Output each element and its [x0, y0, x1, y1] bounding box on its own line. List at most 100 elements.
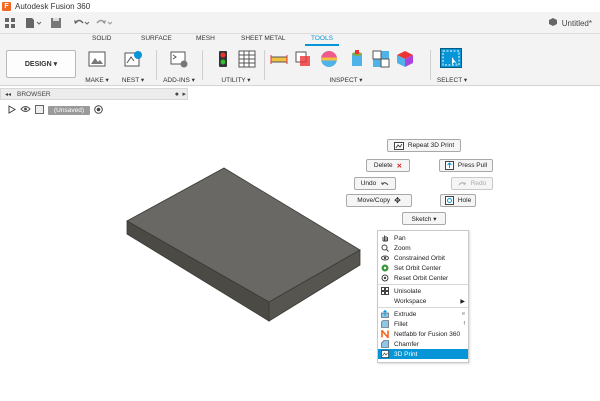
undo-icon[interactable] [72, 15, 90, 30]
undo-arrow-icon [381, 181, 389, 185]
menu-item-zoom[interactable]: Zoom [378, 243, 468, 253]
document-tab[interactable]: Untitled* [548, 15, 592, 31]
press-pull-button[interactable]: Press Pull [439, 159, 493, 172]
title-bar: F Autodesk Fusion 360 [0, 0, 600, 12]
fusion-logo-icon: F [2, 1, 11, 11]
tab-tools[interactable]: TOOLS [311, 35, 333, 42]
ribbon-divider [430, 50, 431, 80]
tab-mesh[interactable]: MESH [196, 35, 215, 42]
print3d-icon [393, 141, 404, 150]
section-analysis-icon [348, 50, 366, 68]
browser-pin-icon[interactable]: ● [175, 91, 179, 98]
quick-access-toolbar: Untitled* [0, 12, 600, 34]
browser-label: BROWSER [17, 90, 51, 98]
ribbon-divider [156, 50, 157, 80]
press-pull-icon [444, 161, 454, 170]
chamfer-icon [381, 340, 389, 348]
nest-label: NEST ▾ [121, 77, 145, 84]
browser-panel-header[interactable]: ◂◂ BROWSER ● ▸ [0, 88, 188, 100]
3d-canvas[interactable] [0, 120, 600, 401]
undo-button[interactable]: Undo [354, 177, 396, 190]
unisolate-icon [381, 287, 389, 295]
data-panel-icon[interactable] [4, 15, 16, 30]
ribbon-divider [264, 50, 265, 80]
utility-label: UTILITY ▾ [221, 77, 251, 84]
redo-icon[interactable] [96, 15, 114, 30]
move-arrows-icon: ✥ [394, 196, 401, 205]
hole-icon [444, 196, 454, 205]
select-group[interactable]: SELECT ▾ [436, 48, 468, 84]
document-node-icon [35, 104, 44, 116]
menu-item-set-orbit-center[interactable]: Set Orbit Center [378, 263, 468, 273]
addins-group[interactable]: ADD-INS ▾ [162, 50, 196, 84]
menu-item-extrude[interactable]: Extrude e [378, 309, 468, 319]
nest-icon [124, 50, 142, 68]
submenu-arrow-icon: ▶ [460, 298, 465, 305]
menu-item-chamfer[interactable]: Chamfer [378, 339, 468, 349]
hole-label: Hole [457, 197, 472, 204]
inspect-group[interactable]: INSPECT ▾ [268, 50, 424, 84]
make-label: MAKE ▾ [85, 77, 109, 84]
component-color-icon [372, 50, 390, 68]
delete-button[interactable]: Delete ✕ [366, 159, 410, 172]
undo-label: Undo [360, 180, 377, 187]
repeat-label: Repeat 3D Print [407, 142, 455, 149]
tab-surface[interactable]: SURFACE [141, 35, 172, 42]
sketch-button[interactable]: Sketch ▾ [402, 212, 446, 225]
press-pull-label: Press Pull [457, 162, 488, 169]
select-arrow-icon [440, 48, 462, 68]
context-menu: Pan Zoom Constrained Orbit Set Orbit Cen… [377, 230, 469, 363]
workspace-switcher-button[interactable]: DESIGN ▾ [6, 50, 76, 78]
extrude-icon [381, 309, 389, 318]
hand-icon [381, 234, 389, 242]
ribbon-divider [202, 50, 203, 80]
utility-group[interactable]: UTILITY ▾ [212, 50, 260, 84]
menu-item-unisolate[interactable]: Unisolate [378, 286, 468, 296]
box-body[interactable] [126, 167, 361, 322]
redo-label: Redo [470, 180, 487, 187]
move-copy-button[interactable]: Move/Copy ✥ [346, 194, 412, 207]
menu-item-fillet[interactable]: Fillet f [378, 319, 468, 329]
move-copy-label: Move/Copy [357, 197, 391, 204]
menu-item-reset-orbit-center[interactable]: Reset Orbit Center [378, 273, 468, 283]
redo-button[interactable]: Redo [451, 177, 493, 190]
cube-icon [548, 17, 558, 29]
delete-label: Delete [373, 162, 393, 169]
visibility-eye-icon[interactable] [20, 105, 31, 115]
collapse-browser-icon[interactable]: ◂◂ [5, 91, 11, 98]
interference-icon [294, 50, 312, 68]
make-group[interactable]: MAKE ▾ [82, 50, 112, 84]
inspect-label: INSPECT ▾ [329, 77, 363, 84]
orbit-icon [381, 254, 389, 262]
save-icon[interactable] [50, 15, 62, 30]
menu-item-constrained-orbit[interactable]: Constrained Orbit [378, 253, 468, 263]
expand-triangle-icon[interactable] [8, 104, 16, 116]
browser-root-node[interactable]: (Unsaved) [8, 104, 103, 116]
tab-solid[interactable]: SOLID [92, 35, 112, 42]
nest-group[interactable]: NEST ▾ [118, 50, 148, 84]
hole-button[interactable]: Hole [440, 194, 476, 207]
addins-label: ADD-INS ▾ [163, 77, 195, 84]
redo-arrow-icon [458, 181, 466, 185]
select-label: SELECT ▾ [436, 77, 468, 84]
menu-item-3d-print[interactable]: 3D Print [378, 349, 468, 359]
activate-radio-icon[interactable] [94, 104, 103, 116]
netfabb-icon [381, 328, 389, 340]
scripts-addins-icon [170, 50, 188, 68]
browser-expand-icon[interactable]: ▸ [182, 90, 186, 98]
tab-sheet-metal[interactable]: SHEET METAL [241, 35, 286, 42]
measure-icon [270, 50, 288, 68]
menu-item-workspace[interactable]: Workspace ▶ [378, 296, 468, 306]
fillet-icon [381, 320, 389, 328]
curvature-analysis-icon [320, 50, 338, 68]
file-menu-icon[interactable] [24, 15, 42, 30]
menu-item-pan[interactable]: Pan [378, 233, 468, 243]
menu-separator [378, 284, 468, 285]
ribbon-tabs: SOLID SURFACE MESH SHEET METAL TOOLS [0, 34, 600, 46]
menu-item-netfabb[interactable]: Netfabb for Fusion 360 [378, 328, 468, 340]
repeat-3d-print-button[interactable]: Repeat 3D Print [387, 139, 461, 152]
parameters-table-icon [238, 50, 256, 68]
document-title: Untitled* [561, 18, 592, 28]
print3d-icon [381, 350, 389, 358]
menu-separator [378, 307, 468, 308]
